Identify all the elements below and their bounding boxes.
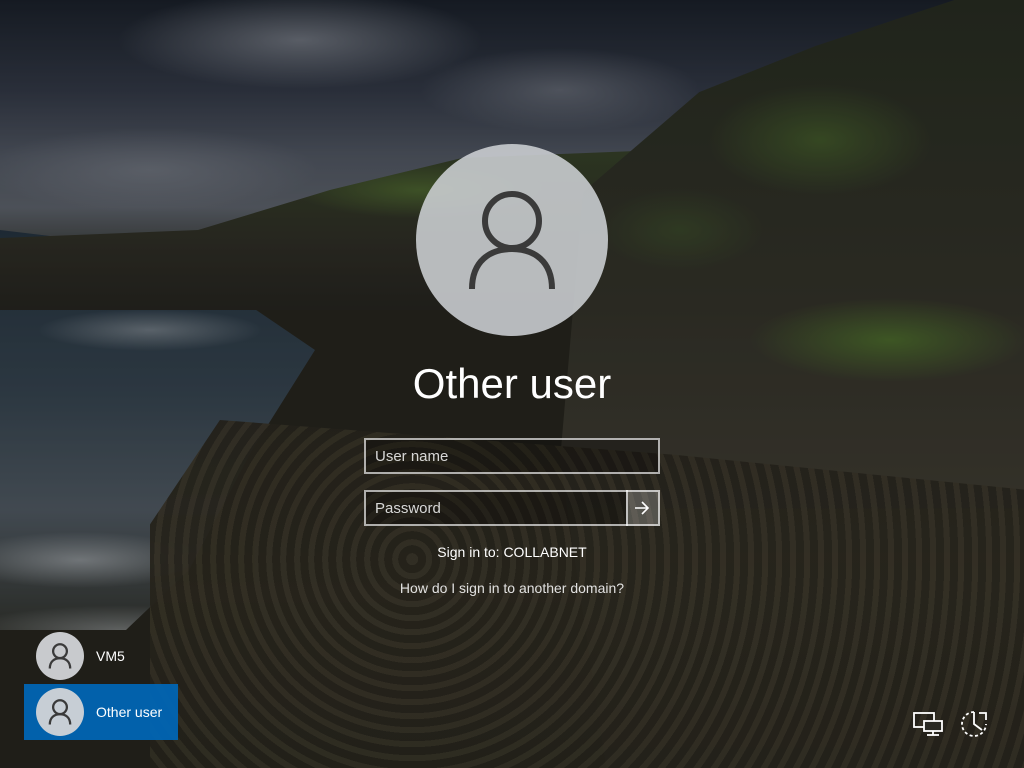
- selected-user-title: Other user: [412, 360, 612, 407]
- user-tile-vm5[interactable]: VM5: [24, 628, 178, 684]
- user-icon: [48, 699, 72, 725]
- username-input[interactable]: [364, 438, 660, 474]
- user-tile-other-user[interactable]: Other user: [24, 684, 178, 740]
- user-tile-label: VM5: [96, 648, 125, 664]
- user-tile-label: Other user: [96, 704, 163, 720]
- user-icon: [48, 643, 72, 669]
- user-icon: [469, 191, 555, 290]
- user-avatar-large: [416, 144, 608, 336]
- ease-of-access-icon: [961, 711, 987, 737]
- network-icon: [913, 712, 943, 736]
- arrow-right-icon: [635, 501, 650, 515]
- lock-screen: Other user Sign in to: COLLABNET How do …: [0, 0, 1024, 768]
- user-tile-avatar: [36, 632, 84, 680]
- sign-in-domain-label: Sign in to: COLLABNET: [437, 544, 587, 560]
- sign-in-submit-button[interactable]: [626, 490, 660, 526]
- ease-of-access-button[interactable]: [954, 704, 994, 744]
- password-input[interactable]: [364, 490, 628, 526]
- other-domain-help-link[interactable]: How do I sign in to another domain?: [312, 578, 712, 598]
- network-button[interactable]: [908, 704, 948, 744]
- user-tile-avatar: [36, 688, 84, 736]
